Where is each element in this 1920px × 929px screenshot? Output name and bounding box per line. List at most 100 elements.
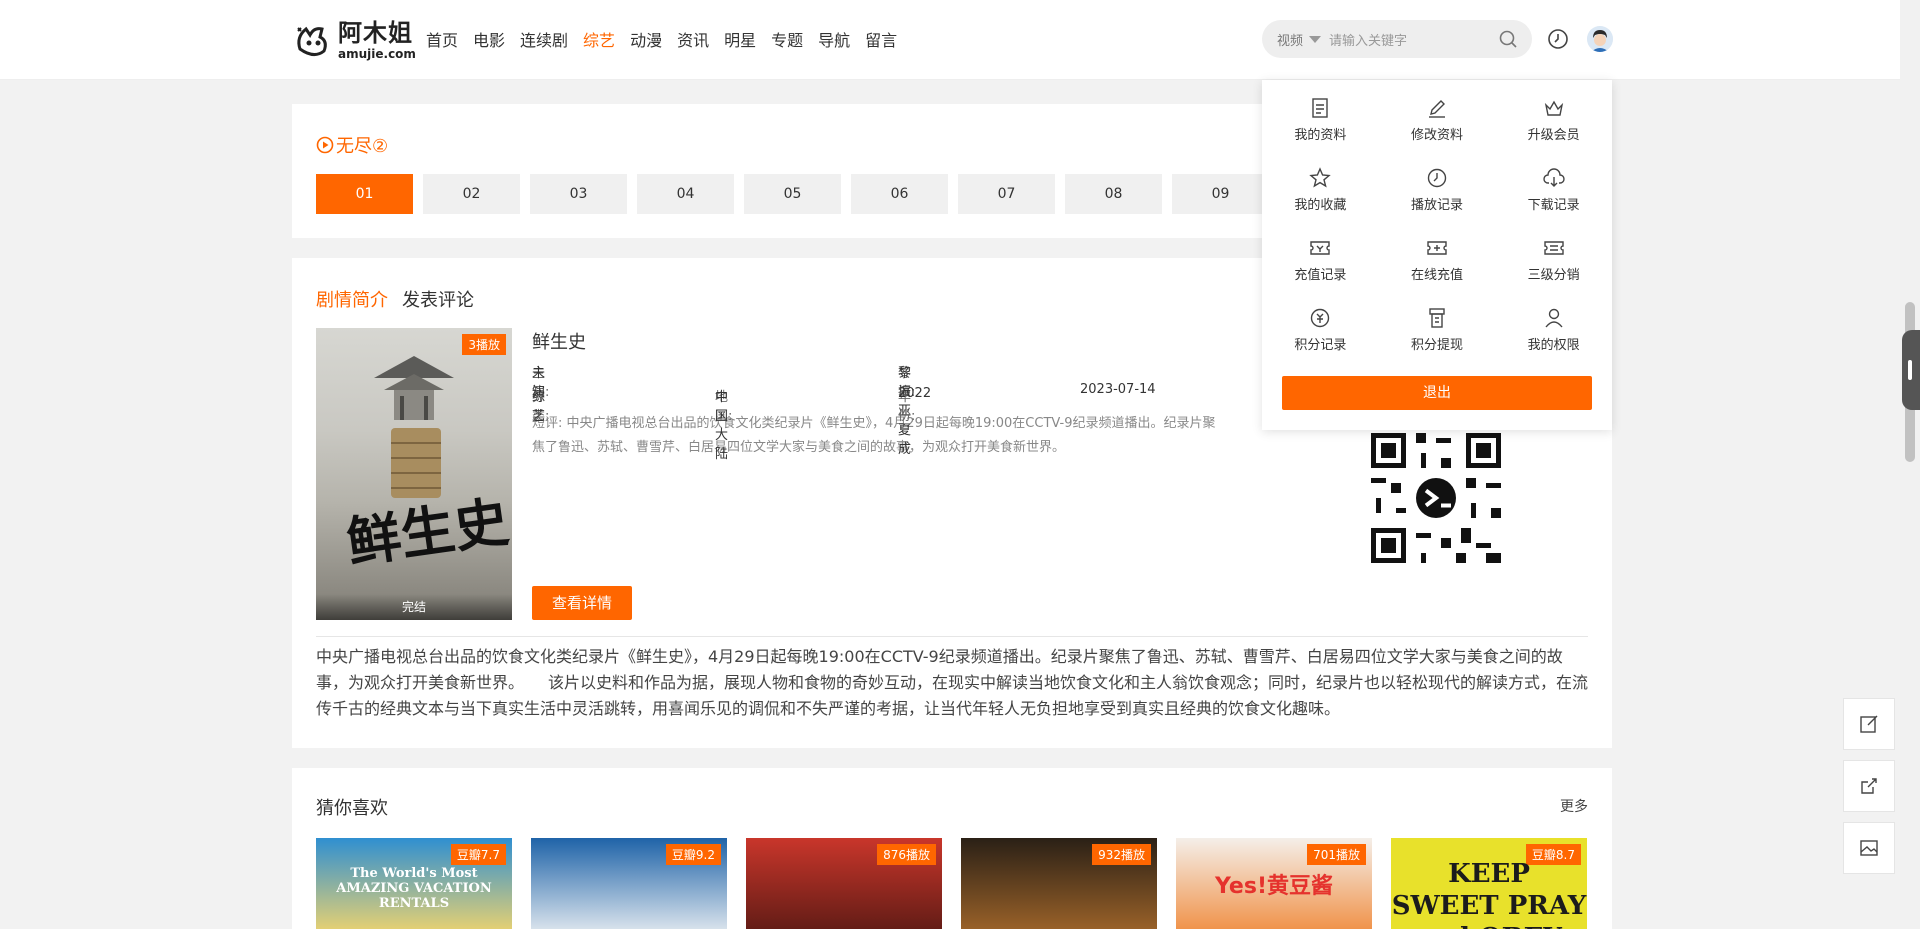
tab-synopsis[interactable]: 剧情简介 xyxy=(316,286,388,312)
more-link[interactable]: 更多 xyxy=(1560,796,1588,816)
feedback-button[interactable] xyxy=(1843,698,1895,750)
rating-badge: 876播放 xyxy=(877,844,936,865)
rating-badge: 701播放 xyxy=(1307,844,1366,865)
recommend-card[interactable]: 豆瓣8.7KEEP SWEET PRAY and OBEY xyxy=(1391,838,1587,929)
user-menu-label: 我的权限 xyxy=(1527,338,1580,353)
recommend-card[interactable]: 932播放 xyxy=(961,838,1157,929)
episode-button[interactable]: 04 xyxy=(637,174,734,214)
card-title-art: Yes!黄豆酱 xyxy=(1215,874,1333,899)
scrollbar-track[interactable] xyxy=(1900,0,1920,929)
recommend-panel: 猜你喜欢 更多 豆瓣7.7 The World's Most AMAZING VA… xyxy=(292,768,1612,929)
ticket-plus-icon xyxy=(1427,241,1447,255)
video-title: 鲜生史 xyxy=(532,332,586,353)
star-icon xyxy=(1309,167,1332,188)
user-menu-item[interactable]: 播放记录 xyxy=(1379,166,1496,213)
nav-item[interactable]: 专题 xyxy=(771,27,803,51)
episode-source-label: 无尽② xyxy=(336,136,389,157)
screenshot-button[interactable] xyxy=(1843,822,1895,874)
play-circle-icon xyxy=(316,136,334,154)
recommend-card[interactable]: 701播放 Yes!黄豆酱 xyxy=(1176,838,1372,929)
episode-button[interactable]: 05 xyxy=(744,174,841,214)
recommend-card[interactable]: 876播放 xyxy=(746,838,942,929)
poster-title-calligraphy: 鲜生史 xyxy=(342,488,512,575)
recommend-card[interactable]: 豆瓣7.7 The World's Most AMAZING VACATION R… xyxy=(316,838,512,929)
edit-icon xyxy=(1860,715,1878,733)
episode-button[interactable]: 06 xyxy=(851,174,948,214)
nav-item[interactable]: 连续剧 xyxy=(520,27,568,51)
user-menu-item[interactable]: 修改资料 xyxy=(1379,96,1496,143)
user-menu-item[interactable]: 我的资料 xyxy=(1262,96,1379,143)
user-menu-item[interactable]: 下载记录 xyxy=(1495,166,1612,213)
nav-item[interactable]: 动漫 xyxy=(630,27,662,51)
scroll-handle[interactable] xyxy=(1902,330,1920,410)
rating-badge: 豆瓣7.7 xyxy=(450,844,506,865)
tab-comment[interactable]: 发表评论 xyxy=(402,286,474,312)
detail-row-2: 分类: 综艺 地区: 中国大陆 年份: 2022 2023-07-14 xyxy=(532,382,1312,462)
user-menu-item[interactable]: 充值记录 xyxy=(1262,236,1379,283)
nav-item[interactable]: 导航 xyxy=(818,27,850,51)
user-menu-item[interactable]: 升级会员 xyxy=(1495,96,1612,143)
user-menu-item[interactable]: 积分提现 xyxy=(1379,306,1496,353)
nav-item[interactable]: 留言 xyxy=(865,27,897,51)
episode-source-title[interactable]: 无尽② xyxy=(316,132,388,158)
episode-button[interactable]: 08 xyxy=(1065,174,1162,214)
category-value[interactable]: 综艺 xyxy=(532,386,545,424)
view-details-button[interactable]: 查看详情 xyxy=(532,586,632,620)
user-menu-dropdown: 我的资料 修改资料 升级会员我的收藏 播放记录 下载记录充值记录 在线充值 三级分销积分记录… xyxy=(1262,80,1612,430)
play-count-badge: 3播放 xyxy=(462,334,506,355)
short-review-text-1: 中央广播电视总台出品的饮食文化类纪录片《鲜生史》，4月29日起每晚19:00在C… xyxy=(566,416,1216,431)
poster-image[interactable]: 鲜生史 3播放 完结 xyxy=(316,328,512,620)
search-bar[interactable]: 视频 请输入关键字 xyxy=(1262,20,1532,58)
clock-icon xyxy=(1427,168,1447,188)
logout-button[interactable]: 退出 xyxy=(1282,376,1592,410)
user-menu-label: 修改资料 xyxy=(1410,128,1463,143)
avatar[interactable] xyxy=(1587,26,1613,52)
image-icon xyxy=(1860,840,1878,856)
detail-row-1: 主演: 未知 导演: 黎振亚 夏成 xyxy=(532,362,1312,457)
episode-button[interactable]: 03 xyxy=(530,174,627,214)
user-menu-grid: 我的资料 修改资料 升级会员我的收藏 播放记录 下载记录充值记录 在线充值 三级分销积分记录… xyxy=(1262,96,1612,353)
user-menu-item[interactable]: 在线充值 xyxy=(1379,236,1496,283)
search-category[interactable]: 视频 xyxy=(1277,30,1303,49)
nav-item[interactable]: 明星 xyxy=(724,27,756,51)
user-menu-item[interactable]: 三级分销 xyxy=(1495,236,1612,283)
user-menu-item[interactable]: 积分记录 xyxy=(1262,306,1379,353)
user-menu-item[interactable]: 我的收藏 xyxy=(1262,166,1379,213)
user-menu-label: 升级会员 xyxy=(1527,128,1580,143)
recommend-cards: 豆瓣7.7 The World's Most AMAZING VACATION R… xyxy=(316,838,1606,929)
video-detail: 鲜生史 主演: 未知 导演: 黎振亚 夏成 分类: 综艺 地区: 中国大陆 年份… xyxy=(532,328,1312,462)
nav-item[interactable]: 电影 xyxy=(473,27,505,51)
episode-button[interactable]: 01 xyxy=(316,174,413,214)
recommend-card[interactable]: 豆瓣9.2 xyxy=(531,838,727,929)
crown-icon xyxy=(1544,100,1563,116)
share-button[interactable] xyxy=(1843,760,1895,812)
nav-item[interactable]: 资讯 xyxy=(677,27,709,51)
user-menu-label: 三级分销 xyxy=(1527,268,1580,283)
card-title-art: The World's Most AMAZING VACATION RENTAL… xyxy=(336,866,492,911)
short-review-text-2: 焦了鲁迅、苏轼、曹雪芹、白居易四位文学大家与美食之间的故事，为观众打开美食新世界… xyxy=(532,440,1066,455)
ticket-list-icon xyxy=(1543,241,1564,255)
user-menu-label: 积分记录 xyxy=(1294,338,1347,353)
nav-item[interactable]: 综艺 xyxy=(583,27,615,51)
user-icon xyxy=(1545,308,1563,328)
year-value[interactable]: 2022 xyxy=(898,386,931,401)
episode-button[interactable]: 09 xyxy=(1172,174,1269,214)
user-menu-label: 充值记录 xyxy=(1294,268,1347,283)
qr-code xyxy=(1366,428,1506,568)
full-description: 中央广播电视总台出品的饮食文化类纪录片《鲜生史》，4月29日起每晚19:00在C… xyxy=(316,647,1589,718)
area-value[interactable]: 中国大陆 xyxy=(715,386,728,462)
cloud-download-icon xyxy=(1542,168,1565,187)
search-input[interactable]: 请输入关键字 xyxy=(1329,30,1407,49)
history-icon[interactable] xyxy=(1546,27,1570,51)
user-menu-label: 积分提现 xyxy=(1410,338,1463,353)
chevron-down-icon[interactable] xyxy=(1309,35,1322,43)
search-icon[interactable] xyxy=(1498,29,1518,49)
nav-item[interactable]: 首页 xyxy=(426,27,458,51)
user-menu-label: 我的收藏 xyxy=(1294,198,1347,213)
episode-button[interactable]: 07 xyxy=(958,174,1055,214)
site-header: 阿木姐 amujie.com 首页 电影 连续剧 综艺 动漫 资讯 明星 专题 导航 留言 视频 … xyxy=(0,0,1900,80)
user-menu-item[interactable]: 我的权限 xyxy=(1495,306,1612,353)
share-icon xyxy=(1861,778,1877,794)
episode-button[interactable]: 02 xyxy=(423,174,520,214)
site-logo[interactable]: 阿木姐 amujie.com xyxy=(292,18,416,62)
